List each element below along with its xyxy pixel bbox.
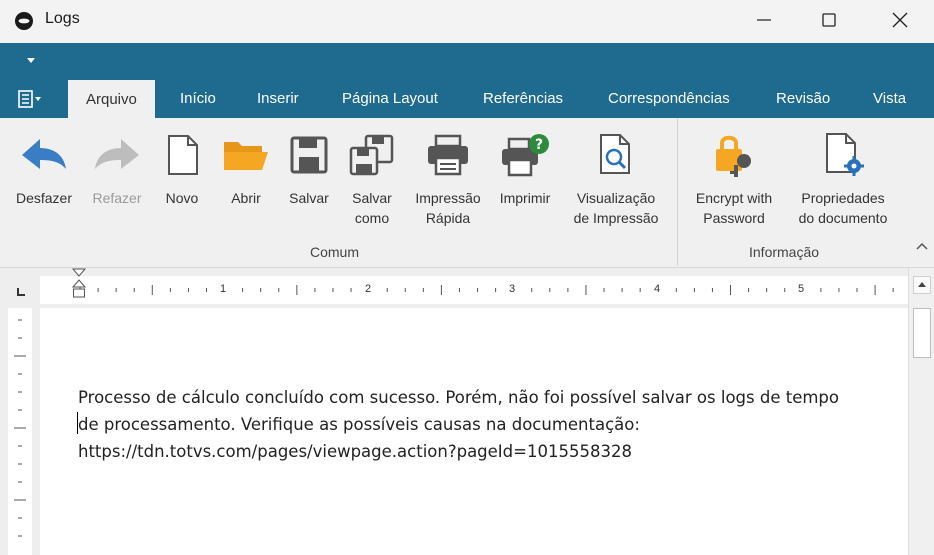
scroll-up-button[interactable] (913, 276, 931, 294)
document-properties-icon (826, 133, 864, 176)
print-preview-button[interactable]: Visualização de Impressão (564, 130, 668, 228)
print-icon: ? (502, 134, 549, 177)
minimize-button[interactable] (741, 0, 787, 40)
group-label-informacao: Informação (749, 244, 820, 260)
title-bar: Logs (0, 0, 934, 43)
close-icon (892, 12, 908, 28)
vertical-scrollbar[interactable] (908, 268, 934, 555)
indent-marker-icon[interactable] (72, 268, 86, 306)
save-as-icon (349, 134, 394, 176)
document-line: Processo de cálculo concluído com sucess… (78, 388, 839, 407)
vertical-ruler[interactable] (0, 308, 40, 555)
horizontal-ruler[interactable]: 1 2 3 4 5 (40, 268, 908, 304)
document-body[interactable]: Processo de cálculo concluído com sucess… (78, 384, 904, 465)
collapse-ribbon-icon[interactable] (916, 242, 928, 250)
ribbon-panel: Desfazer Refazer Novo Abrir Salvar Salva… (0, 118, 934, 268)
ruler-number: 3 (509, 283, 516, 295)
encrypt-with-password-button[interactable]: Encrypt with Password (684, 130, 784, 228)
window-title: Logs (45, 10, 80, 27)
ruler-number: 4 (654, 283, 661, 295)
quick-access-dropdown-icon[interactable] (26, 58, 36, 64)
minimize-icon (757, 19, 771, 21)
document-line: de processamento. Verifique as possíveis… (78, 415, 640, 434)
ruler-number: 1 (220, 283, 227, 295)
new-document-icon (168, 135, 198, 175)
print-preview-icon (600, 134, 630, 174)
maximize-icon (822, 13, 836, 27)
tab-stop-selector-icon[interactable] (15, 286, 27, 298)
undo-button[interactable]: Desfazer (10, 130, 78, 208)
ribbon-group-separator (677, 118, 678, 266)
maximize-button[interactable] (806, 0, 852, 40)
quick-print-icon (428, 134, 468, 176)
open-button[interactable]: Abrir (220, 130, 272, 208)
ribbon-tab-bar: Arquivo Início Inserir Página Layout Ref… (0, 78, 934, 118)
ruler-number: 2 (365, 283, 372, 295)
scrollbar-thumb[interactable] (913, 308, 931, 358)
redo-arrow-icon (95, 139, 139, 169)
document-page[interactable]: Processo de cálculo concluído com sucess… (40, 308, 908, 555)
group-label-comum: Comum (310, 244, 360, 260)
open-folder-icon (224, 142, 268, 170)
tab-inicio[interactable]: Início (180, 78, 216, 118)
lock-key-icon (716, 135, 751, 177)
undo-arrow-icon (22, 139, 66, 169)
tab-referencias[interactable]: Referências (483, 78, 563, 118)
document-line: https://tdn.totvs.com/pages/viewpage.act… (78, 442, 632, 461)
document-properties-button[interactable]: Propriedades do documento (790, 130, 896, 228)
new-document-button[interactable]: Novo (158, 130, 206, 208)
close-window-button[interactable] (877, 0, 923, 40)
ruler-number: 5 (798, 283, 805, 295)
text-caret (77, 412, 78, 434)
redo-button[interactable]: Refazer (86, 130, 148, 208)
ruler-area: 1 2 3 4 5 (0, 268, 934, 308)
tab-inserir[interactable]: Inserir (257, 78, 299, 118)
save-as-button[interactable]: Salvar como (344, 130, 400, 228)
print-button[interactable]: ? Imprimir (494, 130, 556, 208)
tab-correspondencias[interactable]: Correspondências (608, 78, 730, 118)
tab-revisao[interactable]: Revisão (776, 78, 830, 118)
save-button[interactable]: Salvar (282, 130, 336, 208)
tab-arquivo[interactable]: Arquivo (68, 80, 155, 118)
app-logo-icon (15, 12, 33, 30)
application-menu-icon[interactable] (18, 90, 42, 108)
quick-print-button[interactable]: Impressão Rápida (408, 130, 488, 228)
chevron-up-icon (918, 282, 926, 287)
quick-access-toolbar (0, 43, 934, 78)
svg-text:?: ? (535, 137, 543, 153)
tab-pagina-layout[interactable]: Página Layout (342, 78, 438, 118)
save-disk-icon (290, 136, 328, 174)
tab-vista[interactable]: Vista (873, 78, 906, 118)
